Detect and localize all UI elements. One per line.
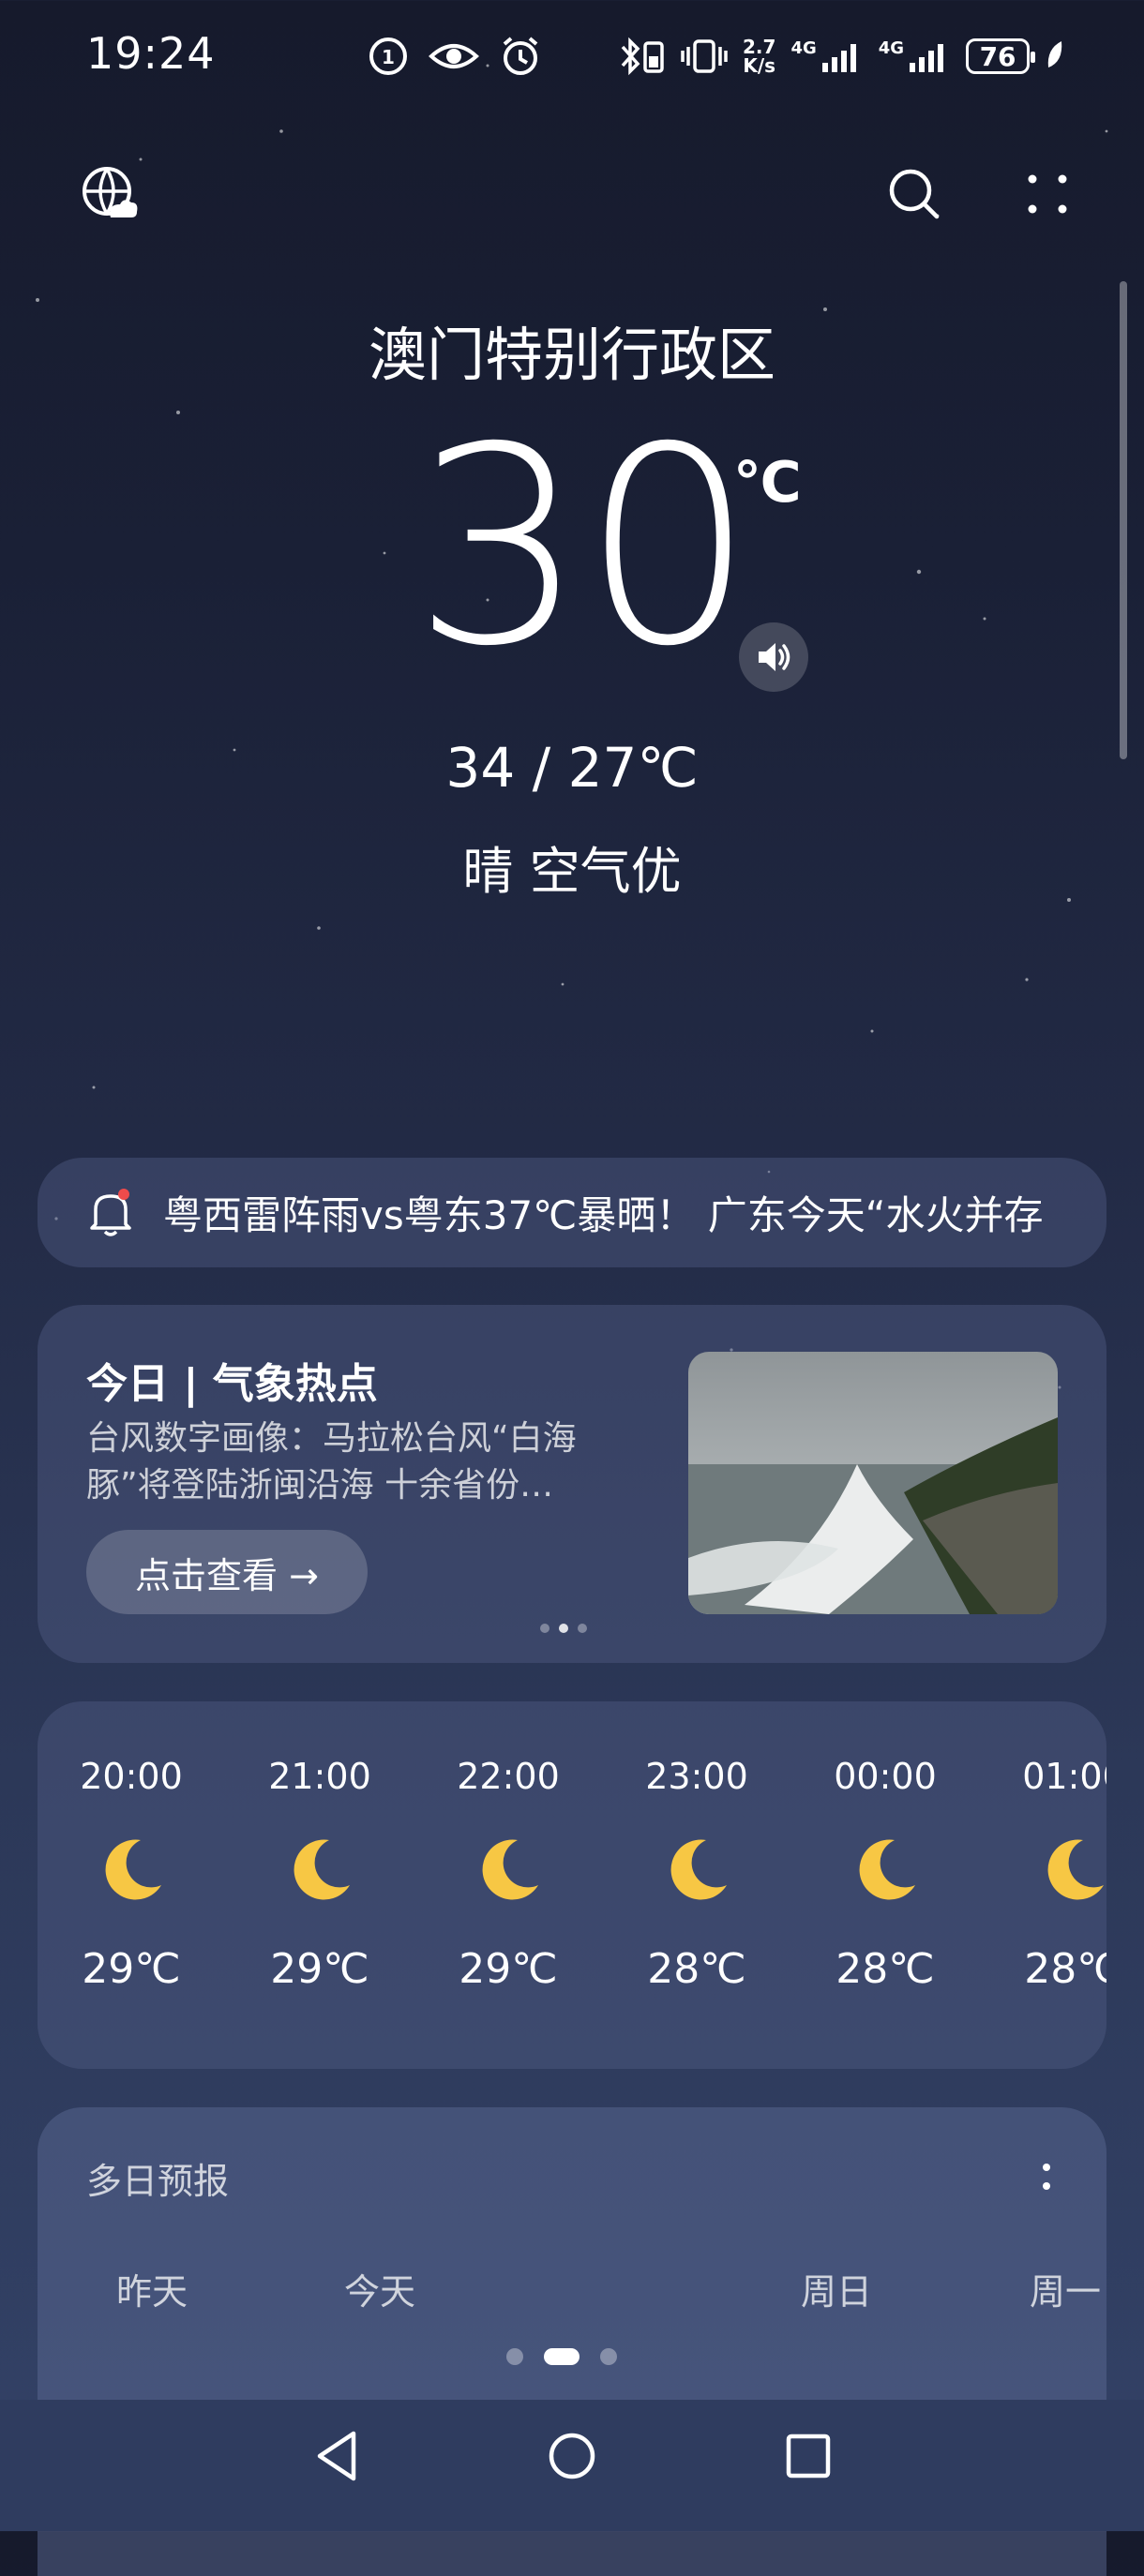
status-system-icons: 2.7 K/s 4G 4G 76 [619, 28, 1065, 84]
hourly-item: 00:00 28℃ [791, 1756, 979, 1993]
view-details-button[interactable]: 点击查看 → [86, 1530, 368, 1614]
page-dot-active [544, 2348, 580, 2365]
hour-time: 21:00 [268, 1756, 371, 1797]
signal-2: 4G [879, 38, 951, 74]
scrollbar[interactable] [1120, 281, 1127, 759]
news-headline: 粤西雷阵雨vs粤东37℃暴晒！ 广东今天“水火并存 [163, 1192, 1044, 1238]
page-dot [600, 2348, 617, 2365]
leaf-icon [1047, 41, 1062, 67]
hour-temp: 28℃ [835, 1945, 935, 1993]
hour-time: 00:00 [834, 1756, 937, 1797]
moon-icon [105, 1839, 161, 1900]
signal-bars-icon [910, 44, 944, 72]
temperature-range: 34 / 27℃ [445, 736, 699, 800]
hourly-forecast[interactable]: 20:00 29℃ 21:00 29℃ 22:00 29℃ 23:00 28℃ … [38, 1701, 1106, 2069]
search-button[interactable] [881, 161, 947, 227]
voice-broadcast-button[interactable] [739, 622, 808, 692]
city-manage-button[interactable] [77, 161, 143, 227]
alarm-icon [503, 37, 538, 75]
weather-condition: 晴 空气优 [462, 842, 682, 901]
globe-cloud-icon [83, 167, 138, 217]
hourly-item: 21:00 29℃ [226, 1756, 414, 1993]
hourly-item: 20:00 29℃ [38, 1756, 225, 1993]
home-circle-icon [549, 2433, 595, 2479]
hour-time: 01:00 [1022, 1756, 1106, 1797]
moon-icon [1047, 1839, 1104, 1900]
page-dot [506, 2348, 523, 2365]
signal-1-label: 4G [790, 38, 817, 58]
day-label: 周日 [800, 2271, 872, 2313]
current-temperature: 30 [413, 390, 755, 706]
hourly-item: 23:00 28℃ [603, 1756, 790, 1993]
day-label: 今天 [343, 2271, 415, 2313]
moon-icon [294, 1839, 350, 1900]
temperature-unit: ℃ [733, 450, 802, 516]
bell-icon [90, 1188, 131, 1236]
vertical-dots-icon [1043, 2164, 1050, 2190]
eye-comfort-icon [429, 44, 479, 68]
hot-topic-title: 今日 | 气象热点 [86, 1360, 378, 1408]
recents-square-icon [786, 2434, 831, 2479]
vibrate-icon [681, 39, 728, 73]
moon-icon [670, 1839, 727, 1900]
home-button[interactable] [534, 2419, 610, 2494]
weather-hot-topic-card[interactable]: 今日 | 气象热点 台风数字画像：马拉松台风“白海豚”将登陆浙闽沿海 十余省份…… [38, 1305, 1106, 1663]
network-speed-value: 2.7 [743, 36, 776, 58]
data-saver-icon: 1 [369, 37, 407, 75]
hour-temp: 28℃ [647, 1945, 746, 1993]
hour-time: 22:00 [457, 1756, 560, 1797]
back-triangle-icon [317, 2431, 356, 2481]
city-name: 澳门特别行政区 [368, 321, 775, 389]
hot-topic-pager [540, 1624, 587, 1633]
system-navigation-bar [0, 2400, 1144, 2531]
status-time: 19:24 [86, 28, 216, 79]
day-label: 周一 [1029, 2271, 1101, 2313]
bluetooth-battery-icon [621, 37, 664, 76]
hour-temp: 29℃ [459, 1945, 558, 1993]
pager-dot [578, 1624, 587, 1633]
svg-text:1: 1 [382, 46, 395, 68]
speaker-icon [759, 643, 790, 671]
multi-day-more-button[interactable] [1028, 2149, 1065, 2205]
more-dots-icon [1028, 174, 1067, 214]
moon-icon [482, 1839, 538, 1900]
day-label: 昨天 [115, 2271, 188, 2313]
search-icon [889, 169, 940, 219]
recents-button[interactable] [771, 2419, 846, 2494]
hourly-item: 01:00 28℃ [980, 1756, 1106, 1993]
hour-temp: 28℃ [1024, 1945, 1106, 1993]
typhoon-waves-image[interactable] [688, 1352, 1058, 1614]
back-button[interactable] [300, 2419, 375, 2494]
pager-dot-active [559, 1624, 568, 1633]
battery-indicator: 76 [966, 38, 1036, 74]
hour-temp: 29℃ [270, 1945, 369, 1993]
multi-day-title: 多日预报 [86, 2161, 230, 2202]
pager-dot [540, 1624, 549, 1633]
more-menu-button[interactable] [1015, 161, 1080, 227]
news-ticker[interactable]: 粤西雷阵雨vs粤东37℃暴晒！ 广东今天“水火并存 [38, 1158, 1106, 1267]
hour-time: 20:00 [80, 1756, 183, 1797]
network-speed: 2.7 K/s [743, 37, 775, 75]
signal-bars-icon [821, 44, 856, 72]
moon-icon [859, 1839, 915, 1900]
network-speed-unit: K/s [743, 54, 776, 77]
hour-temp: 29℃ [82, 1945, 181, 1993]
status-notification-icons: 1 [368, 28, 542, 84]
hourly-item: 22:00 29℃ [414, 1756, 602, 1993]
signal-2-label: 4G [878, 38, 905, 58]
hot-topic-description: 台风数字画像：马拉松台风“白海豚”将登陆浙闽沿海 十余省份… [86, 1419, 577, 1505]
typhoon-waves-illustration [688, 1352, 1058, 1614]
signal-1: 4G [790, 38, 863, 74]
hour-time: 23:00 [645, 1756, 748, 1797]
city-page-indicator [506, 2348, 617, 2365]
